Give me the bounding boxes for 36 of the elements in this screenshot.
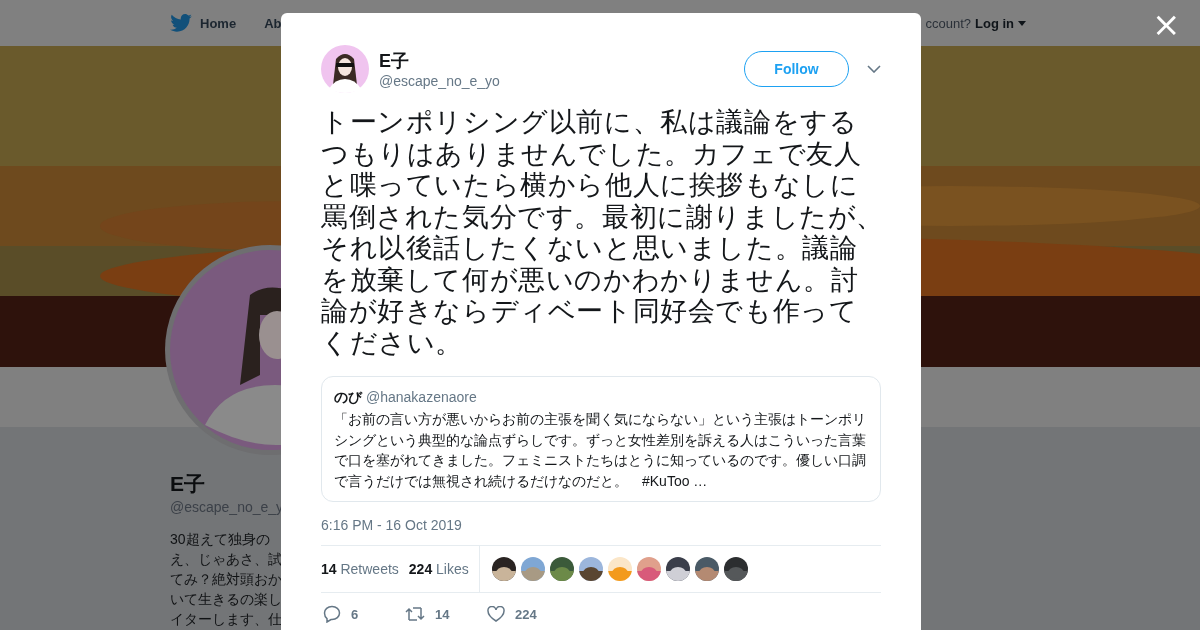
timestamp: 6:16 PM - 16 Oct 2019 (321, 517, 463, 533)
bird-icon (170, 14, 192, 32)
chevron-icon[interactable] (867, 65, 881, 73)
bio-line: いて生きるの楽し (170, 590, 283, 609)
retweet-icon (405, 606, 425, 622)
action-count: 224 (515, 606, 537, 622)
caret-icon (1018, 20, 1026, 26)
action-button[interactable]: 6 (321, 605, 403, 623)
action-count: 6 (351, 606, 359, 622)
quote-author-name: のび (334, 389, 362, 407)
author-handle: @escape_no_e_yo (379, 72, 501, 89)
nav-link[interactable]: Ab (264, 15, 282, 31)
action-count: 14 (435, 606, 450, 622)
quote-author-handle: @hanakazenaore (366, 389, 477, 405)
bio-line: てみ？絶対頭おか (170, 570, 283, 589)
bio-line: イターします、仕 (170, 610, 283, 629)
login-link[interactable]: Log in (975, 15, 1014, 31)
follow-button[interactable]: Follow (744, 51, 849, 87)
stat-link[interactable]: 14 Retweets (321, 561, 399, 577)
action-button[interactable]: 14 (403, 605, 485, 623)
nav-link[interactable]: Home (200, 15, 237, 31)
profile-name: E子 (170, 471, 206, 497)
bio-line: 30超えて独身の (170, 530, 271, 549)
author-name: E子 (379, 49, 410, 72)
heart-icon (487, 606, 505, 622)
bio-line: え、じゃあさ、試 (170, 550, 283, 569)
avatar (321, 45, 369, 93)
action-button[interactable]: 224 (485, 605, 567, 623)
tweet-text: トーンポリシング以前に、私は議論をするつもりはありませんでした。カフェで友人と喋っていたら横から他人に挨拶もなしに罵倒された気分です。最初に謝りましたが、それ以後話したくないと思いました。議論を放棄して何が悪いのかわかりません。討論が好きならディベート同好会でも作ってください。 (321, 107, 885, 359)
quote-text: 「お前の言い方が悪いからお前の主張を聞く気にならない」という主張はトーンポリシングという典型的な論点ずらしです。ずっと女性差別を訴える人はこういった言葉で口を塞がれてきました。フェミニストたちはとうに知っているのです。優しい口調で言うだけでは無視され続けるだけなのだと。 #KuToo … (334, 410, 867, 491)
profile-handle: @escape_no_e_y (170, 499, 285, 515)
quoted-tweet[interactable]: のび @hanakazenaore 「お前の言い方が悪いからお前の主張を聞く気にならない」という主張はトーンポリシングという典型的な論点ずらしです。ずっと女性差別を訴える人はこういった言葉で口を塞がれてきました。フェミニストたちはとうに知っているのです。優しい口調で言うだけでは無視され続けるだけなのだと。 #KuToo … (321, 376, 881, 502)
account-prompt: ccount? (925, 15, 971, 31)
reply-icon (323, 605, 341, 623)
stat-link[interactable]: 224 Likes (408, 561, 469, 577)
close-button[interactable]: × (1152, 8, 1180, 40)
